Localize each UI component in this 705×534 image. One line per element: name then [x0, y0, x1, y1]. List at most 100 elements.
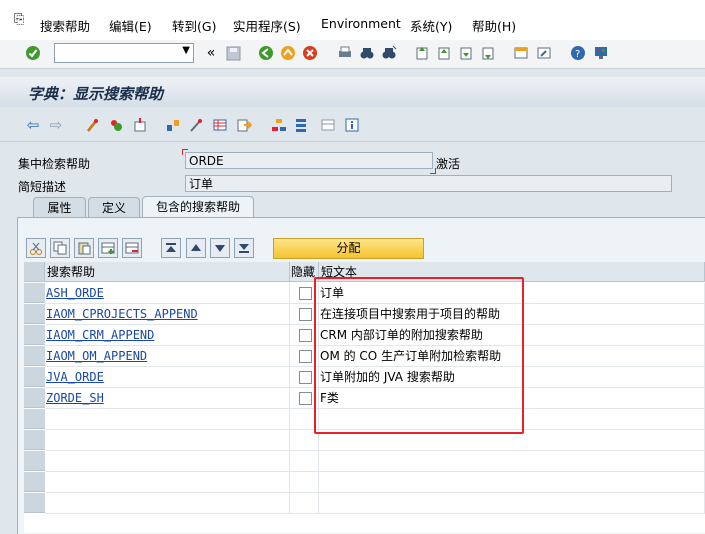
next-page-icon[interactable] [457, 44, 475, 62]
row-selector[interactable] [24, 493, 45, 513]
back-icon[interactable] [257, 44, 275, 62]
previous-page-icon[interactable] [435, 44, 453, 62]
row-selector[interactable] [24, 367, 45, 387]
menu-search-help[interactable]: 搜索帮助 [40, 16, 90, 35]
hierarchy-icon[interactable] [270, 116, 288, 134]
required-corner-marker [182, 149, 188, 155]
exit-icon[interactable] [279, 44, 297, 62]
short-description-label: 简短描述 [18, 180, 67, 194]
enter-icon[interactable] [24, 44, 42, 62]
find-icon[interactable] [358, 44, 376, 62]
row-selector[interactable] [24, 451, 45, 471]
search-help-link[interactable]: IAOM_OM_APPEND [45, 349, 147, 363]
scroll-down-icon[interactable] [210, 238, 230, 258]
table-row-name-cell: ZORDE_SH [45, 388, 290, 409]
select-all-cell[interactable] [24, 262, 45, 282]
table-row-name-cell: ASH_ORDE [45, 283, 290, 304]
scroll-first-icon[interactable] [161, 238, 181, 258]
insert-row-icon[interactable] [98, 238, 118, 258]
hidden-checkbox[interactable] [299, 392, 312, 405]
customize-layout-icon[interactable] [592, 44, 610, 62]
menu-utilities[interactable]: 实用程序(S) [233, 16, 301, 35]
collective-search-help-label: 集中检索帮助 [18, 157, 91, 171]
row-selector[interactable] [24, 472, 45, 492]
first-page-icon[interactable] [413, 44, 431, 62]
hidden-checkbox[interactable] [299, 371, 312, 384]
activate-icon[interactable] [107, 116, 125, 134]
table-row-text-cell [319, 472, 705, 493]
row-selector[interactable] [24, 430, 45, 450]
info-icon[interactable] [343, 116, 361, 134]
title-bar: 字典：显示搜索帮助 [0, 77, 705, 107]
save-icon[interactable] [224, 44, 242, 62]
cut-icon[interactable] [26, 238, 46, 258]
hidden-checkbox[interactable] [299, 308, 312, 321]
tab-attributes[interactable]: 属性 [33, 197, 86, 217]
row-selector[interactable] [24, 283, 45, 303]
menu-help[interactable]: 帮助(H) [472, 16, 516, 35]
object-list-icon[interactable] [164, 116, 182, 134]
short-description-field[interactable]: 订单 [185, 175, 672, 192]
application-toolbar: ⇦ ⇨ [0, 107, 705, 142]
search-help-link[interactable]: JVA_ORDE [45, 370, 104, 384]
row-selector[interactable] [24, 346, 45, 366]
search-help-link[interactable]: ASH_ORDE [45, 286, 104, 300]
short-description-value: 订单 [189, 177, 214, 191]
scroll-last-icon[interactable] [234, 238, 254, 258]
arrow-left-icon[interactable]: ⇦ [24, 116, 42, 134]
table-row-hidden-cell [290, 493, 319, 514]
arrow-right-icon[interactable]: ⇨ [47, 116, 65, 134]
row-selector[interactable] [24, 325, 45, 345]
menu-bar: ⎘ 搜索帮助 编辑(E) 转到(G) 实用程序(S) Environment 系… [0, 0, 705, 40]
table-row-name-cell [45, 409, 290, 430]
collective-search-help-field[interactable]: ORDE [185, 152, 433, 169]
menu-system[interactable]: 系统(Y) [410, 16, 452, 35]
hidden-checkbox[interactable] [299, 350, 312, 363]
delete-row-icon[interactable] [122, 238, 142, 258]
tab-definition-label: 定义 [101, 201, 126, 215]
column-header-search-help[interactable]: 搜索帮助 [45, 262, 290, 282]
where-used-icon[interactable] [131, 116, 149, 134]
highlight-box [314, 277, 524, 434]
table-display-icon[interactable] [211, 116, 229, 134]
stack-icon[interactable] [292, 116, 310, 134]
hidden-checkbox[interactable] [299, 329, 312, 342]
table-row-name-cell: JVA_ORDE [45, 367, 290, 388]
chevron-down-icon[interactable]: ▼ [182, 45, 190, 56]
tab-included-search-helps[interactable]: 包含的搜索帮助 [142, 196, 254, 218]
cancel-icon[interactable] [301, 44, 319, 62]
shortcut-icon[interactable] [535, 44, 553, 62]
search-help-link[interactable]: IAOM_CPROJECTS_APPEND [45, 307, 198, 321]
display-change-icon[interactable] [83, 116, 101, 134]
command-field[interactable]: ▼ [54, 43, 194, 63]
scroll-up-icon[interactable] [186, 238, 206, 258]
search-help-link[interactable]: IAOM_CRM_APPEND [45, 328, 154, 342]
find-next-icon[interactable] [380, 44, 398, 62]
table-row-name-cell [45, 451, 290, 472]
new-session-icon[interactable] [512, 44, 530, 62]
last-page-icon[interactable] [479, 44, 497, 62]
wand-icon[interactable] [187, 116, 205, 134]
row-selector[interactable] [24, 388, 45, 408]
menu-environment[interactable]: Environment [321, 16, 401, 31]
row-selector[interactable] [24, 409, 45, 429]
print-icon[interactable] [336, 44, 354, 62]
paste-icon[interactable] [74, 238, 94, 258]
hidden-checkbox[interactable] [299, 287, 312, 300]
double-chevron-left-icon[interactable]: « [202, 44, 220, 62]
table-row-hidden-cell [290, 451, 319, 472]
table-row-name-cell [45, 493, 290, 514]
copy-icon[interactable] [50, 238, 70, 258]
menu-goto[interactable]: 转到(G) [172, 16, 216, 35]
layout-icon[interactable] [319, 116, 337, 134]
search-help-link[interactable]: ZORDE_SH [45, 391, 104, 405]
menu-edit[interactable]: 编辑(E) [109, 16, 152, 35]
export-icon[interactable] [235, 116, 253, 134]
page-title: 字典：显示搜索帮助 [28, 85, 164, 103]
assign-button[interactable]: 分配 [273, 238, 424, 259]
row-selector[interactable] [24, 304, 45, 324]
help-icon[interactable]: ? [569, 44, 587, 62]
table-row-name-cell: IAOM_CRM_APPEND [45, 325, 290, 346]
window-menu-icon[interactable]: ⎘ [14, 12, 24, 27]
tab-definition[interactable]: 定义 [88, 197, 140, 217]
